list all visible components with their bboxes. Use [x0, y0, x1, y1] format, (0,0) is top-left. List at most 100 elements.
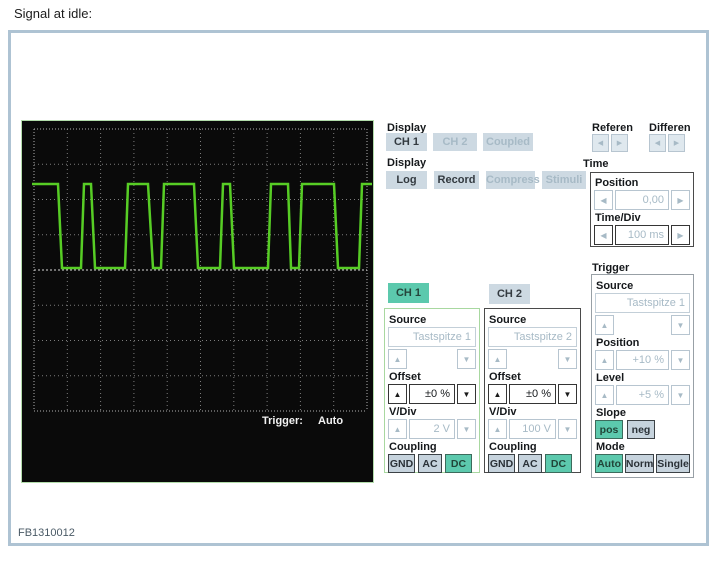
timediv-increment-button[interactable]: ▶ — [671, 225, 690, 245]
up-arrow-icon: ▲ — [493, 354, 502, 364]
trigger-mode-label: Mode — [596, 441, 625, 453]
ch1-offset-value: ±0 % — [409, 384, 455, 404]
trigger-position-down-button[interactable]: ▼ — [671, 350, 690, 370]
difference-prev-button[interactable]: ◀ — [649, 134, 666, 152]
display-ch2-button[interactable]: CH 2 — [433, 133, 477, 151]
ch2-offset-up-button[interactable]: ▲ — [488, 384, 507, 404]
down-arrow-icon: ▼ — [462, 354, 471, 364]
ch1-source-field[interactable]: Tastspitze 1 — [388, 327, 476, 347]
ch1-coupling-dc-button[interactable]: DC — [445, 454, 472, 473]
down-arrow-icon: ▼ — [676, 320, 685, 330]
stimuli-button[interactable]: Stimuli — [542, 171, 586, 189]
figure-code: FB1310012 — [18, 527, 75, 539]
time-position-increment-button[interactable]: ▶ — [671, 190, 690, 210]
left-arrow-icon: ◀ — [600, 230, 607, 240]
ch1-offset-up-button[interactable]: ▲ — [388, 384, 407, 404]
time-panel: Position ◀ 0,00 ▶ Time/Div ◀ 100 ms ▶ — [590, 172, 694, 247]
ch1-select-button[interactable]: CH 1 — [388, 283, 429, 303]
scope-display: Trigger: Auto — [21, 120, 374, 483]
scope-trigger-value: Auto — [318, 415, 344, 427]
trigger-level-label: Level — [596, 372, 625, 384]
right-arrow-icon: ▶ — [677, 195, 684, 205]
trigger-level-down-button[interactable]: ▼ — [671, 385, 690, 405]
reference-difference-nav-row: ◀ ▶ ◀ ▶ — [592, 134, 685, 152]
down-arrow-icon: ▼ — [563, 389, 572, 399]
scope-trigger-label: Trigger: — [262, 415, 303, 427]
ch1-coupling-ac-button[interactable]: AC — [418, 454, 442, 473]
ch2-coupling-gnd-button[interactable]: GND — [488, 454, 515, 473]
trigger-section-label: Trigger — [592, 262, 630, 274]
ch2-coupling-dc-button[interactable]: DC — [545, 454, 572, 473]
timediv-label: Time/Div — [595, 212, 641, 224]
display-coupled-button[interactable]: Coupled — [483, 133, 533, 151]
ch1-vdiv-down-button[interactable]: ▼ — [457, 419, 476, 439]
trigger-level-up-button[interactable]: ▲ — [595, 385, 614, 405]
trigger-mode-single-button[interactable]: Single — [656, 454, 690, 473]
down-arrow-icon: ▼ — [563, 354, 572, 364]
ch2-source-up-button[interactable]: ▲ — [488, 349, 507, 369]
trigger-slope-pos-button[interactable]: pos — [595, 420, 623, 439]
trigger-position-value: +10 % — [616, 350, 669, 370]
right-arrow-icon: ▶ — [673, 140, 680, 147]
ch1-source-down-button[interactable]: ▼ — [457, 349, 476, 369]
oscilloscope-panel: Trigger: Auto Display CH 1 CH 2 Coupled … — [8, 30, 709, 546]
ch2-select-button[interactable]: CH 2 — [489, 284, 530, 304]
difference-next-button[interactable]: ▶ — [668, 134, 685, 152]
ch2-vdiv-value: 100 V — [509, 419, 556, 439]
display-channels-row: CH 1 CH 2 Coupled — [386, 133, 533, 151]
left-arrow-icon: ◀ — [600, 195, 607, 205]
ch2-panel: Source Tastspitze 2 ▲ ▼ Offset ▲ ±0 % ▼ … — [484, 308, 581, 473]
trigger-source-label: Source — [596, 280, 634, 292]
trigger-position-label: Position — [596, 337, 640, 349]
left-arrow-icon: ◀ — [597, 140, 604, 147]
left-arrow-icon: ◀ — [654, 140, 661, 147]
compress-button[interactable]: Compress — [486, 171, 540, 189]
timediv-value: 100 ms — [615, 225, 669, 245]
ch2-coupling-ac-button[interactable]: AC — [518, 454, 542, 473]
trigger-position-up-button[interactable]: ▲ — [595, 350, 614, 370]
ch2-offset-label: Offset — [489, 371, 521, 383]
time-section-label: Time — [583, 158, 609, 170]
reference-prev-button[interactable]: ◀ — [592, 134, 609, 152]
time-position-value: 0,00 — [615, 190, 669, 210]
scope-waveform-plot — [32, 128, 372, 412]
ch1-source-label: Source — [389, 314, 427, 326]
trigger-level-value: +5 % — [616, 385, 669, 405]
ch2-vdiv-label: V/Div — [489, 406, 517, 418]
time-position-decrement-button[interactable]: ◀ — [594, 190, 613, 210]
trigger-panel: Source Tastspitze 1 ▲ ▼ Position ▲ +10 %… — [591, 274, 694, 478]
ch2-vdiv-up-button[interactable]: ▲ — [488, 419, 507, 439]
ch2-coupling-label: Coupling — [489, 441, 537, 453]
down-arrow-icon: ▼ — [462, 424, 471, 434]
ch1-source-up-button[interactable]: ▲ — [388, 349, 407, 369]
right-arrow-icon: ▶ — [677, 230, 684, 240]
reference-label: Referen — [592, 122, 633, 134]
log-button[interactable]: Log — [386, 171, 427, 189]
ch1-vdiv-value: 2 V — [409, 419, 455, 439]
trigger-source-up-button[interactable]: ▲ — [595, 315, 614, 335]
ch2-vdiv-down-button[interactable]: ▼ — [558, 419, 577, 439]
ch2-source-down-button[interactable]: ▼ — [558, 349, 577, 369]
ch1-offset-down-button[interactable]: ▼ — [457, 384, 476, 404]
down-arrow-icon: ▼ — [462, 389, 471, 399]
ch1-offset-label: Offset — [389, 371, 421, 383]
trigger-source-down-button[interactable]: ▼ — [671, 315, 690, 335]
trigger-source-field[interactable]: Tastspitze 1 — [595, 293, 690, 313]
ch2-source-field[interactable]: Tastspitze 2 — [488, 327, 577, 347]
up-arrow-icon: ▲ — [393, 354, 402, 364]
ch1-vdiv-up-button[interactable]: ▲ — [388, 419, 407, 439]
ch1-coupling-gnd-button[interactable]: GND — [388, 454, 415, 473]
trigger-slope-neg-button[interactable]: neg — [627, 420, 655, 439]
record-button[interactable]: Record — [434, 171, 479, 189]
trigger-mode-auto-button[interactable]: Auto — [595, 454, 624, 473]
ch2-offset-down-button[interactable]: ▼ — [558, 384, 577, 404]
down-arrow-icon: ▼ — [676, 390, 685, 400]
down-arrow-icon: ▼ — [676, 355, 685, 365]
up-arrow-icon: ▲ — [600, 320, 609, 330]
display-ch1-button[interactable]: CH 1 — [386, 133, 427, 151]
timediv-decrement-button[interactable]: ◀ — [594, 225, 613, 245]
reference-next-button[interactable]: ▶ — [611, 134, 628, 152]
difference-label: Differen — [649, 122, 691, 134]
ch1-panel: Source Tastspitze 1 ▲ ▼ Offset ▲ ±0 % ▼ … — [384, 308, 480, 473]
trigger-mode-norm-button[interactable]: Norm — [625, 454, 655, 473]
